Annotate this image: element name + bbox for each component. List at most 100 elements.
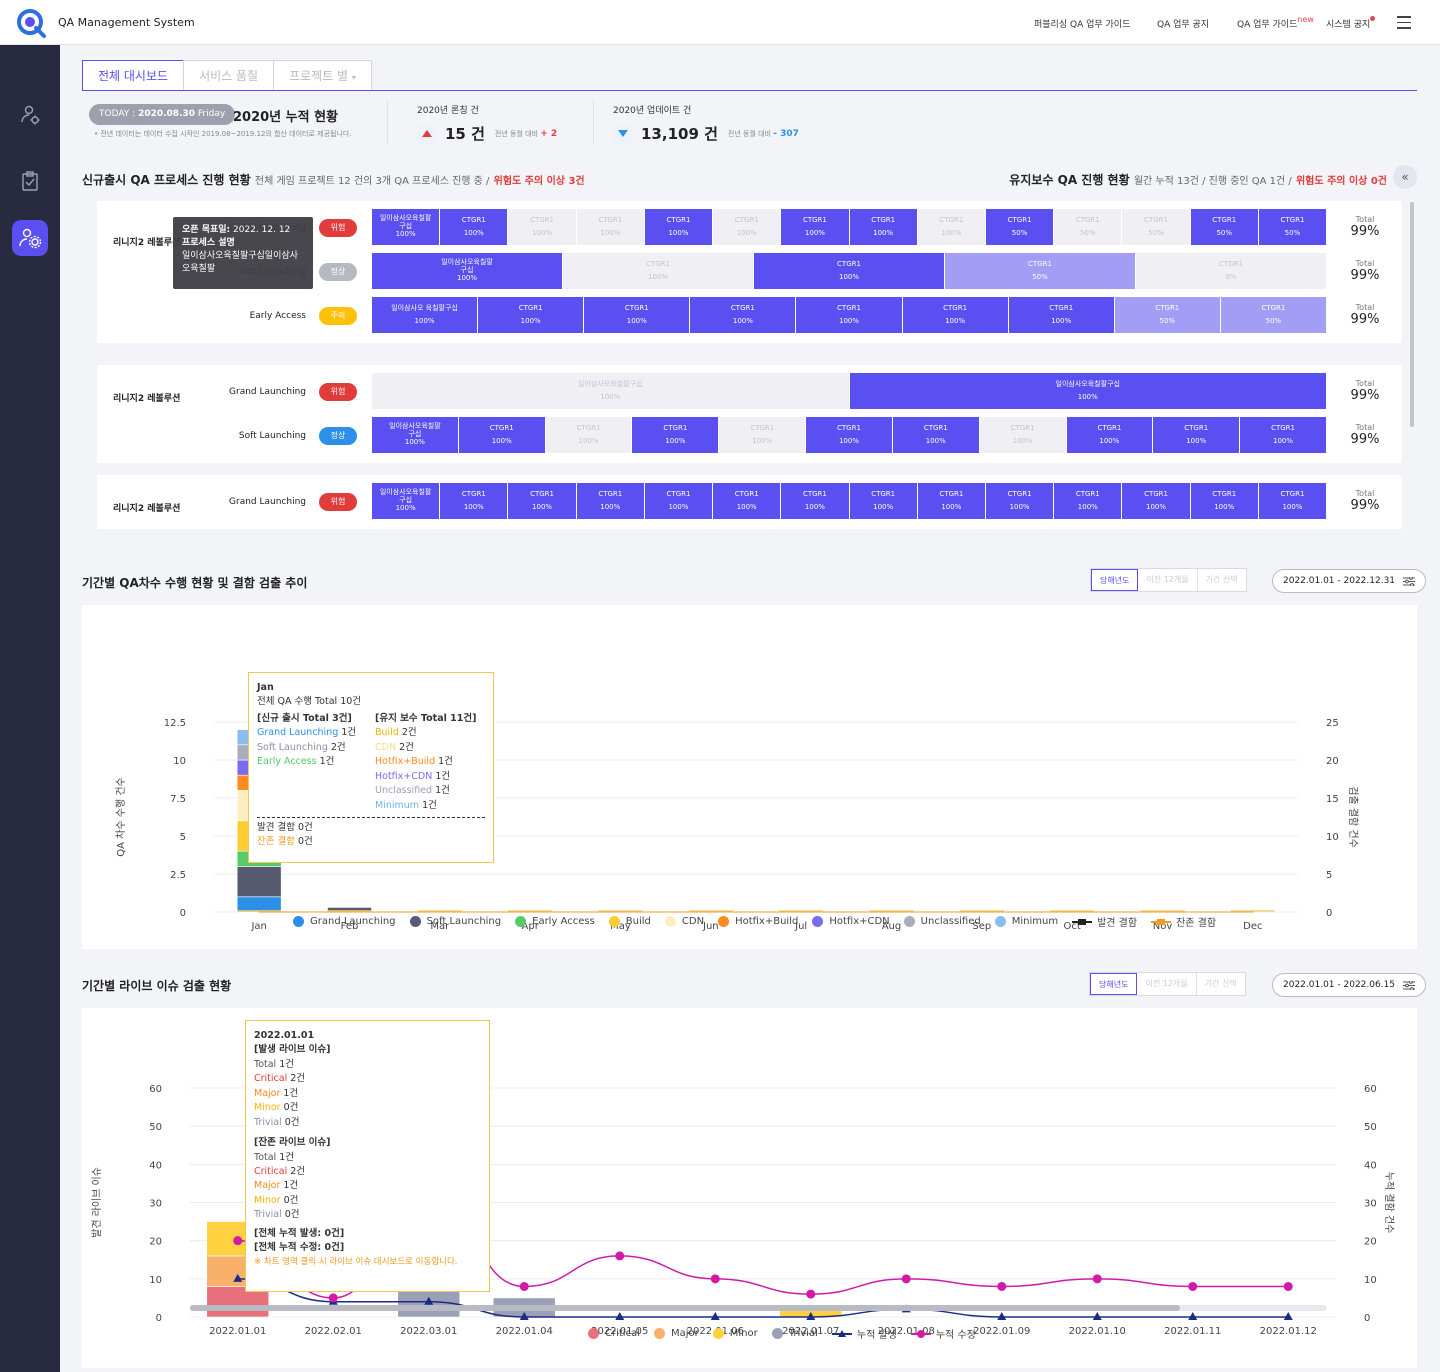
legend-item[interactable]: 누적 발생: [831, 1326, 897, 1341]
collapse-chevron-icon[interactable]: «: [1393, 165, 1417, 189]
progress-cell[interactable]: CTGR1 100%: [1240, 417, 1327, 453]
progress-cell[interactable]: 일이삼사오육칠팔구십 100%: [372, 373, 850, 409]
line-point[interactable]: [1092, 1274, 1102, 1284]
legend-item[interactable]: CDN: [664, 916, 704, 927]
progress-cell[interactable]: CTGR1 50%: [1190, 209, 1259, 245]
nav-publishing-guide[interactable]: 퍼블리싱 QA 업무 가이드: [1034, 17, 1130, 30]
line-point[interactable]: [901, 1274, 911, 1284]
progress-cell[interactable]: CTGR1 100%: [806, 417, 893, 453]
line-point[interactable]: [710, 1274, 720, 1284]
progress-cell[interactable]: CTGR1 100%: [719, 417, 807, 453]
filter-this-year[interactable]: 당해년도: [1090, 973, 1138, 995]
live-issue-date-range[interactable]: 2022.01.01 - 2022.06.15: [1272, 973, 1427, 997]
legend-item[interactable]: Unclassified: [903, 916, 981, 927]
progress-cell[interactable]: CTGR1 100%: [713, 209, 782, 245]
scroll-thumb[interactable]: [190, 1305, 1180, 1311]
progress-cell[interactable]: CTGR1 50%: [1220, 297, 1327, 333]
progress-cell[interactable]: 일이삼사오육칠팔구십 100%: [372, 483, 441, 519]
progress-cell[interactable]: CTGR1 50%: [1114, 297, 1221, 333]
progress-cell[interactable]: CTGR1 100%: [849, 483, 918, 519]
legend-item[interactable]: Soft Launching: [409, 916, 501, 927]
filter-custom-period[interactable]: 기간 선택: [1198, 569, 1246, 591]
filter-this-year[interactable]: 당해년도: [1091, 569, 1139, 591]
progress-cell[interactable]: CTGR1 100%: [1054, 483, 1123, 519]
progress-cell[interactable]: CTGR1 100%: [849, 209, 918, 245]
progress-cell[interactable]: 일이삼사오육칠팔구십 100%: [849, 373, 1327, 409]
sidebar-admin-settings-icon[interactable]: [12, 220, 48, 256]
legend-item[interactable]: Minimum: [994, 916, 1058, 927]
bar-segment[interactable]: [236, 896, 282, 913]
progress-cell[interactable]: CTGR1 0%: [1136, 253, 1327, 289]
filter-prev-12-months[interactable]: 이전 12개월: [1137, 973, 1197, 995]
line-point[interactable]: [997, 1281, 1007, 1291]
legend-item[interactable]: 잔존 결함: [1151, 914, 1216, 929]
line-point[interactable]: [1092, 1312, 1102, 1320]
horizontal-scrollbar[interactable]: [190, 1305, 1327, 1311]
legend-item[interactable]: Major: [653, 1328, 699, 1339]
progress-cell[interactable]: CTGR1 100%: [563, 253, 754, 289]
vertical-scrollbar[interactable]: [1410, 202, 1414, 427]
progress-cell[interactable]: CTGR1 100%: [576, 209, 645, 245]
progress-cell[interactable]: CTGR1 50%: [1258, 209, 1328, 245]
bar-segment[interactable]: [236, 866, 282, 898]
progress-cell[interactable]: CTGR1 100%: [979, 417, 1067, 453]
project-name[interactable]: 리니지2 레볼루션: [113, 391, 180, 404]
legend-item[interactable]: Build: [608, 916, 651, 927]
progress-cell[interactable]: CTGR1 100%: [892, 417, 980, 453]
progress-cell[interactable]: CTGR1 100%: [440, 483, 509, 519]
progress-cell[interactable]: CTGR1 100%: [985, 483, 1055, 519]
legend-item[interactable]: Grand Launching: [293, 916, 396, 927]
line-point[interactable]: [1283, 1281, 1293, 1291]
progress-cell[interactable]: CTGR1 100%: [781, 483, 850, 519]
nav-qa-notice[interactable]: QA 업무 공지: [1157, 17, 1209, 30]
legend-item[interactable]: Critical: [588, 1328, 640, 1339]
progress-cell[interactable]: CTGR1 100%: [632, 417, 720, 453]
progress-cell[interactable]: CTGR1 100%: [478, 297, 585, 333]
progress-cell[interactable]: CTGR1 50%: [985, 209, 1055, 245]
progress-cell[interactable]: CTGR1 100%: [508, 209, 577, 245]
line-point[interactable]: [519, 1281, 529, 1291]
legend-item[interactable]: Hotfix+Build: [718, 916, 798, 927]
progress-cell[interactable]: CTGR1 100%: [917, 209, 986, 245]
progress-cell[interactable]: CTGR1 100%: [754, 253, 945, 289]
line-point[interactable]: [710, 1312, 720, 1320]
line-point[interactable]: [806, 1289, 816, 1299]
project-name[interactable]: 리니지2 레볼루션: [113, 501, 180, 514]
nav-system-notice[interactable]: 시스템 공지: [1326, 16, 1376, 30]
progress-cell[interactable]: CTGR1 100%: [713, 483, 782, 519]
progress-cell[interactable]: CTGR1 50%: [1054, 209, 1123, 245]
sidebar-user-settings-icon[interactable]: [12, 97, 48, 133]
tab-service-quality[interactable]: 서비스 품질: [183, 60, 275, 90]
progress-cell[interactable]: 일이삼사오육칠팔구십 100%: [372, 253, 563, 289]
legend-item[interactable]: Early Access: [515, 916, 595, 927]
progress-cell[interactable]: CTGR1 100%: [1066, 417, 1154, 453]
progress-cell[interactable]: CTGR1 100%: [458, 417, 546, 453]
progress-cell[interactable]: CTGR1 100%: [917, 483, 986, 519]
line-point[interactable]: [615, 1312, 625, 1320]
progress-cell[interactable]: CTGR1 100%: [902, 297, 1009, 333]
nav-qa-guide[interactable]: QA 업무 가이드new: [1237, 15, 1314, 30]
legend-item[interactable]: Hotfix+CDN: [812, 916, 890, 927]
progress-cell[interactable]: CTGR1 100%: [690, 297, 797, 333]
progress-cell[interactable]: 일이삼사오 육칠팔구십 100%: [372, 297, 479, 333]
progress-cell[interactable]: CTGR1 100%: [1122, 483, 1191, 519]
progress-cell[interactable]: 일이삼사오육칠팔구십 100%: [372, 209, 441, 245]
project-name[interactable]: 리니지2 레볼루션: [113, 235, 180, 248]
line-point[interactable]: [328, 1293, 338, 1303]
tab-by-project[interactable]: 프로젝트 별 ▾: [273, 60, 372, 90]
legend-item[interactable]: 누적 수정: [910, 1326, 976, 1341]
line-point[interactable]: [1188, 1312, 1198, 1320]
line-point[interactable]: [615, 1251, 625, 1261]
progress-cell[interactable]: CTGR1 100%: [440, 209, 509, 245]
filter-custom-period[interactable]: 기간 선택: [1197, 973, 1245, 995]
line-point[interactable]: [1188, 1281, 1198, 1291]
hamburger-menu-icon[interactable]: [1397, 16, 1411, 33]
progress-cell[interactable]: CTGR1 100%: [796, 297, 903, 333]
tab-overall-dashboard[interactable]: 전체 대시보드: [82, 60, 185, 90]
progress-cell[interactable]: CTGR1 100%: [1258, 483, 1328, 519]
line-point[interactable]: [997, 1312, 1007, 1320]
progress-cell[interactable]: CTGR1 100%: [545, 417, 633, 453]
qa-logo-icon[interactable]: [16, 8, 46, 38]
sidebar-clipboard-icon[interactable]: [12, 163, 48, 199]
progress-cell[interactable]: CTGR1 100%: [508, 483, 577, 519]
